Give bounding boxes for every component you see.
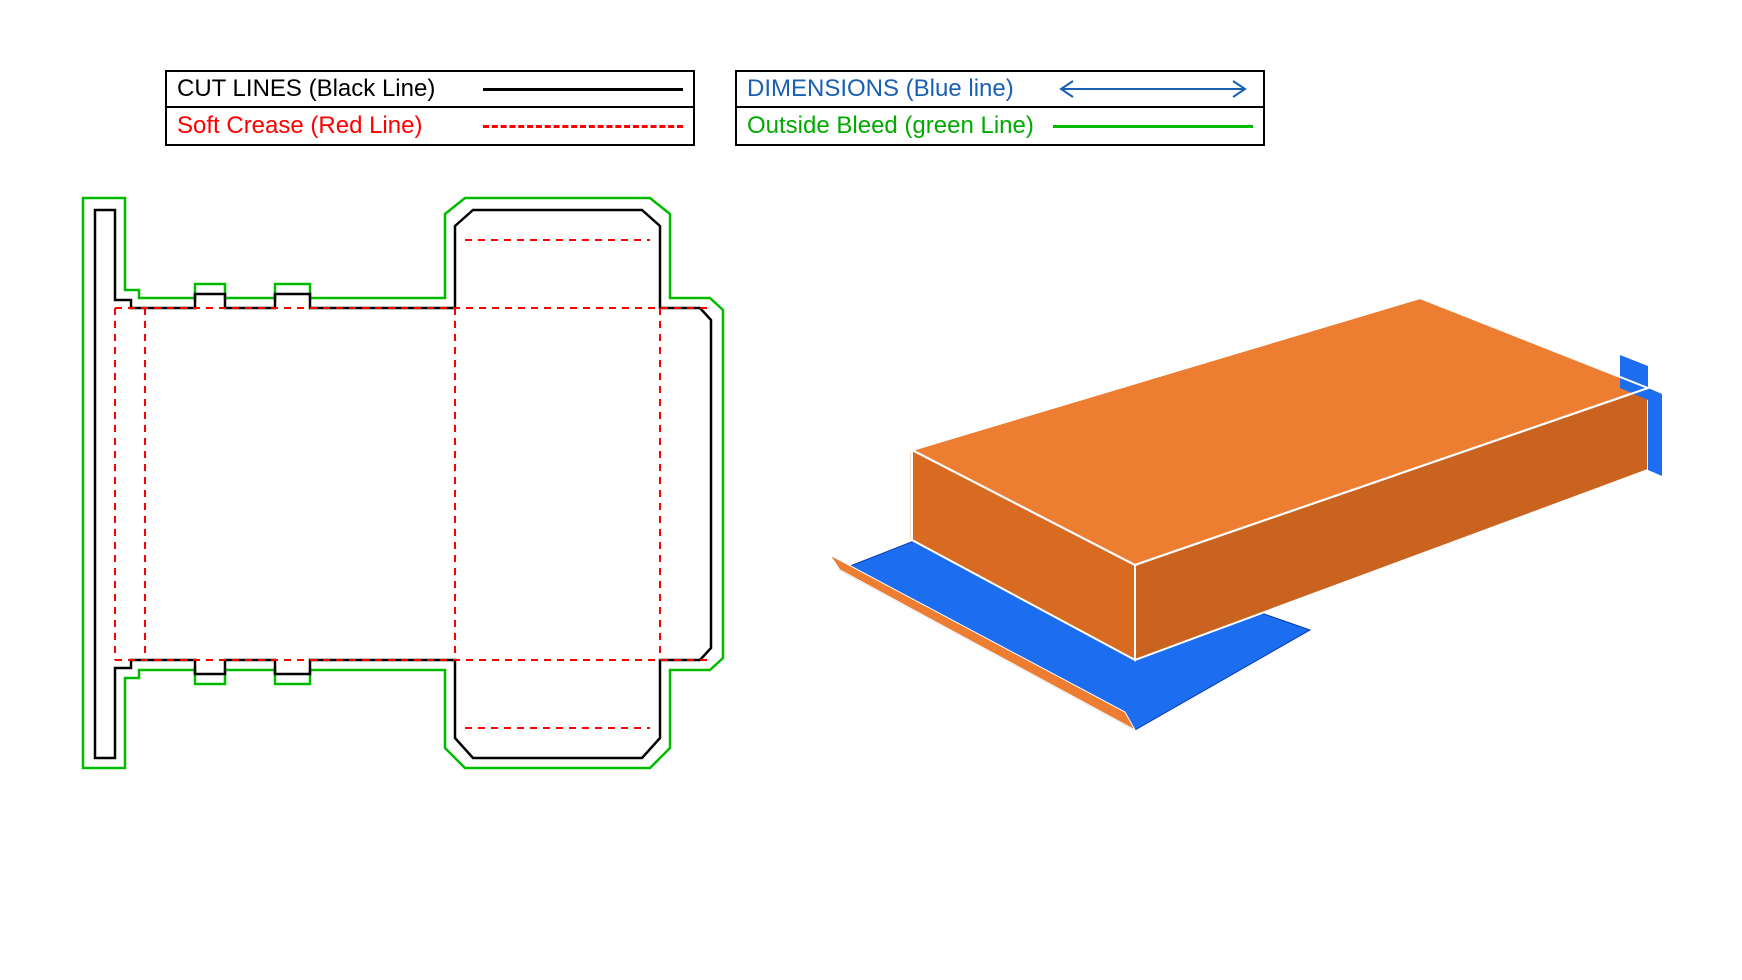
legend-sample-dimensions-arrow — [1053, 77, 1253, 101]
box-3d-svg — [800, 280, 1670, 780]
legend-sample-bleed — [1053, 125, 1253, 128]
dieline-template — [75, 190, 775, 860]
legend-label-dimensions: DIMENSIONS (Blue line) — [747, 75, 1053, 103]
cut-outline — [95, 210, 711, 758]
legend-sample-cut — [483, 88, 683, 91]
legend-label-cut: CUT LINES (Black Line) — [177, 75, 483, 103]
dieline-svg — [75, 190, 775, 860]
crease-lines — [115, 240, 711, 728]
bleed-outline — [83, 198, 723, 768]
legend-row-bleed: Outside Bleed (green Line) — [737, 108, 1263, 144]
legend-row-soft-crease: Soft Crease (Red Line) — [167, 108, 693, 144]
legend-row-cut-lines: CUT LINES (Black Line) — [167, 72, 693, 108]
legend-sample-crease — [483, 125, 683, 128]
legend: CUT LINES (Black Line) Soft Crease (Red … — [165, 70, 1265, 146]
legend-box-right: DIMENSIONS (Blue line) Outside Bleed (gr… — [735, 70, 1265, 146]
legend-row-dimensions: DIMENSIONS (Blue line) — [737, 72, 1263, 108]
box-3d-preview — [800, 280, 1670, 780]
legend-label-crease: Soft Crease (Red Line) — [177, 112, 483, 140]
legend-box-left: CUT LINES (Black Line) Soft Crease (Red … — [165, 70, 695, 146]
box-back-blue-flap — [1648, 388, 1662, 476]
legend-label-bleed: Outside Bleed (green Line) — [747, 112, 1053, 140]
